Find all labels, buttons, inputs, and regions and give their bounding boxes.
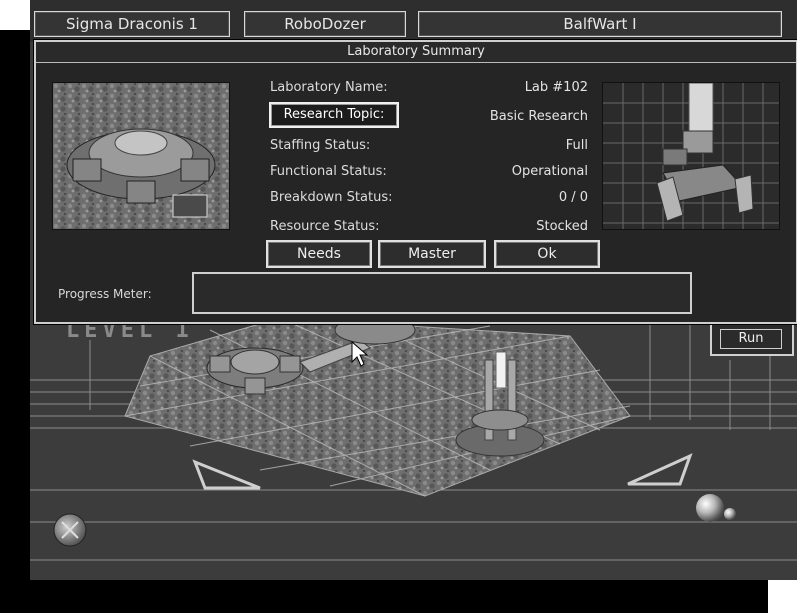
run-button-label: Run — [720, 329, 782, 349]
functional-status-value: Operational — [511, 164, 588, 179]
top-bar: Sigma Draconis 1 RoboDozer BalfWart I — [30, 0, 797, 42]
master-button[interactable]: Master — [378, 240, 486, 268]
laboratory-image — [52, 82, 230, 230]
planet-tab[interactable]: Sigma Draconis 1 — [34, 11, 230, 37]
ok-button[interactable]: Ok — [494, 240, 600, 268]
player-tab[interactable]: BalfWart I — [418, 11, 782, 37]
resource-status-label: Resource Status: — [270, 219, 380, 234]
staffing-status-value: Full — [565, 138, 588, 153]
dialog-title: Laboratory Summary — [36, 42, 796, 63]
laboratory-name-value: Lab #102 — [524, 80, 588, 95]
staffing-status-label: Staffing Status: — [270, 138, 371, 153]
progress-meter-label: Progress Meter: — [58, 287, 152, 301]
unit-tab[interactable]: RoboDozer — [244, 11, 406, 37]
functional-status-label: Functional Status: — [270, 164, 387, 179]
breakdown-status-label: Breakdown Status: — [270, 190, 393, 205]
window-shadow-bottom — [0, 580, 768, 613]
research-topic-value: Basic Research — [489, 109, 588, 124]
breakdown-status-value: 0 / 0 — [558, 190, 588, 205]
laboratory-name-label: Laboratory Name: — [270, 80, 388, 95]
research-topic-image — [602, 82, 780, 230]
progress-meter — [192, 272, 692, 314]
needs-button[interactable]: Needs — [266, 240, 372, 268]
laboratory-summary-dialog: Laboratory Summary Laboratory Name: Lab … — [34, 40, 797, 324]
research-topic-button[interactable]: Research Topic: — [269, 102, 399, 128]
resource-status-value: Stocked — [536, 219, 588, 234]
run-button[interactable]: Run — [710, 322, 794, 356]
window-shadow-left — [0, 30, 30, 613]
